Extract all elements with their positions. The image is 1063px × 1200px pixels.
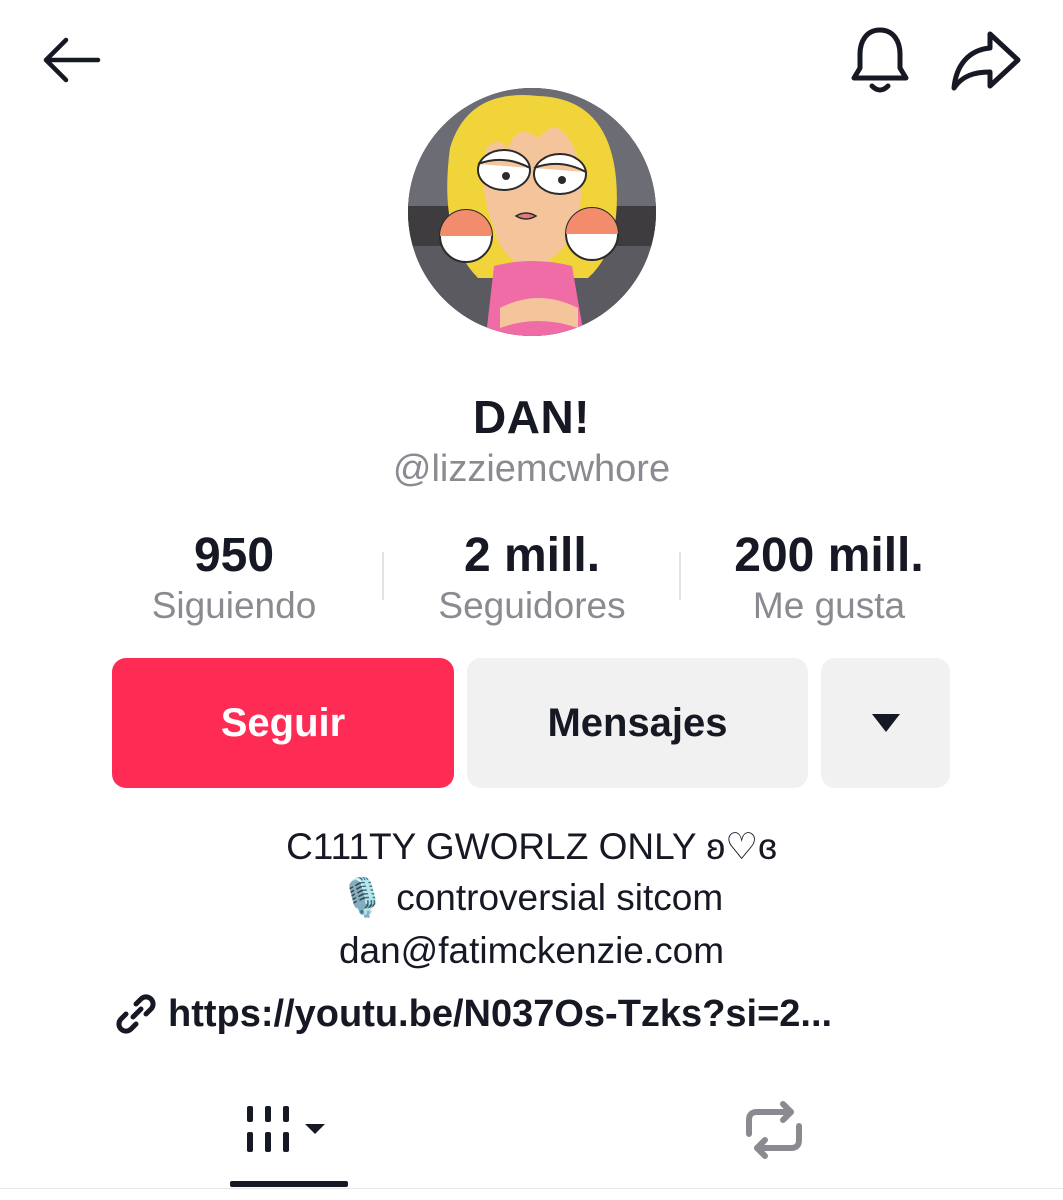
bio-line: 🎙️ controversial sitcom	[339, 877, 724, 918]
followers-count: 2 mill.	[463, 529, 601, 582]
username: @lizziemcwhore	[392, 448, 671, 490]
following-count: 950	[193, 529, 275, 582]
followers-label: Seguidores	[438, 585, 626, 626]
more-options-button[interactable]	[821, 658, 950, 788]
stat-followers[interactable]: 2 mill. Seguidores	[382, 528, 682, 628]
stat-likes[interactable]: 200 mill. Me gusta	[679, 528, 979, 628]
stat-following[interactable]: 950 Siguiendo	[84, 528, 384, 628]
likes-count: 200 mill.	[734, 529, 924, 582]
bio-link-text: https://youtu.be/N037Os-Tzks?si=2...	[168, 992, 833, 1035]
tabs-divider	[0, 1188, 1063, 1189]
following-label: Siguiendo	[151, 585, 317, 626]
notification-bell-button[interactable]	[838, 18, 922, 102]
likes-label: Me gusta	[752, 585, 906, 626]
share-arrow-icon	[951, 31, 1021, 91]
arrow-left-icon	[43, 37, 101, 83]
message-button[interactable]: Mensajes	[467, 658, 808, 788]
bell-icon	[851, 27, 909, 93]
cartoon-avatar-image	[408, 88, 656, 336]
bio-link[interactable]: https://youtu.be/N037Os-Tzks?si=2...	[114, 992, 954, 1036]
videos-grid-icon	[247, 1106, 325, 1152]
tab-reposts[interactable]	[712, 1090, 836, 1170]
avatar[interactable]	[408, 88, 656, 336]
display-name: DAN!	[473, 391, 590, 443]
repost-icon	[746, 1101, 802, 1159]
bio-line: C111TY GWORLZ ONLY ʚ♡ɞ	[286, 826, 777, 867]
tab-videos[interactable]	[230, 1090, 348, 1170]
follow-button[interactable]: Seguir	[112, 658, 454, 788]
share-button[interactable]	[942, 18, 1030, 102]
link-icon	[116, 994, 156, 1034]
bio-email: dan@fatimckenzie.com	[338, 930, 725, 971]
active-tab-indicator	[230, 1181, 348, 1187]
caret-down-icon	[871, 714, 900, 732]
back-button[interactable]	[28, 22, 112, 98]
